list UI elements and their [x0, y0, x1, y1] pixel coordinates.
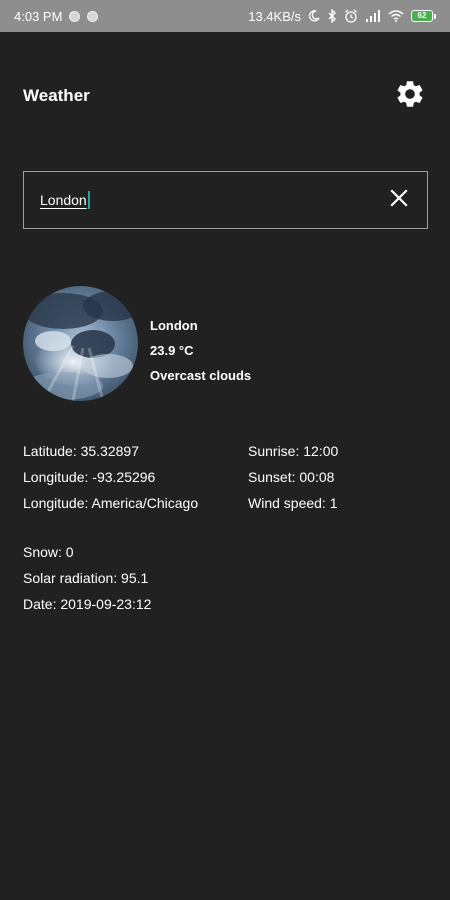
- timezone-value: Longitude: America/Chicago: [23, 495, 199, 511]
- battery-icon: 62: [411, 10, 436, 22]
- details-right-column: Sunrise: 12:00 Sunset: 00:08 Wind speed:…: [248, 438, 338, 516]
- page-title: Weather: [23, 86, 90, 105]
- wind-speed-value: Wind speed: 1: [248, 495, 338, 511]
- moon-icon: [308, 8, 320, 24]
- sunset-value: Sunset: 00:08: [248, 469, 335, 485]
- temperature: 23.9 °C: [150, 343, 194, 358]
- status-bar-right: 13.4KB/s 62: [248, 8, 436, 24]
- weather-condition-image: [23, 286, 138, 401]
- bluetooth-icon: [327, 8, 337, 24]
- details-extra: Snow: 0 Solar radiation: 95.1 Date: 2019…: [23, 539, 151, 617]
- search-input-value: London: [40, 192, 87, 208]
- weather-summary: London 23.9 °C Overcast clouds: [150, 313, 251, 388]
- status-time: 4:03 PM: [14, 8, 63, 24]
- search-input[interactable]: London: [24, 191, 377, 209]
- city-name: London: [150, 318, 198, 333]
- signal-icon: [365, 8, 381, 24]
- clear-search-button[interactable]: [377, 178, 421, 222]
- notification-dot-icon: [87, 10, 99, 22]
- status-bar: 4:03 PM 13.4KB/s 62: [0, 0, 450, 32]
- gear-icon: [394, 78, 426, 115]
- details-left-column: Latitude: 35.32897 Longitude: -93.25296 …: [23, 438, 198, 516]
- close-icon: [389, 188, 409, 213]
- notification-dot-icon: [69, 10, 81, 22]
- latitude-value: Latitude: 35.32897: [23, 443, 139, 459]
- wifi-icon: [388, 8, 404, 24]
- solar-radiation-value: Solar radiation: 95.1: [23, 570, 149, 586]
- snow-value: Snow: 0: [23, 544, 74, 560]
- text-cursor: [87, 191, 90, 209]
- search-field[interactable]: London: [23, 171, 428, 229]
- longitude-value: Longitude: -93.25296: [23, 469, 156, 485]
- network-speed: 13.4KB/s: [248, 8, 301, 24]
- sunrise-value: Sunrise: 12:00: [248, 443, 339, 459]
- settings-button[interactable]: [393, 79, 427, 113]
- status-bar-left: 4:03 PM: [14, 8, 99, 24]
- date-value: Date: 2019-09-23:12: [23, 596, 152, 612]
- alarm-icon: [344, 8, 358, 24]
- battery-level: 62: [411, 10, 433, 22]
- weather-description: Overcast clouds: [150, 368, 252, 383]
